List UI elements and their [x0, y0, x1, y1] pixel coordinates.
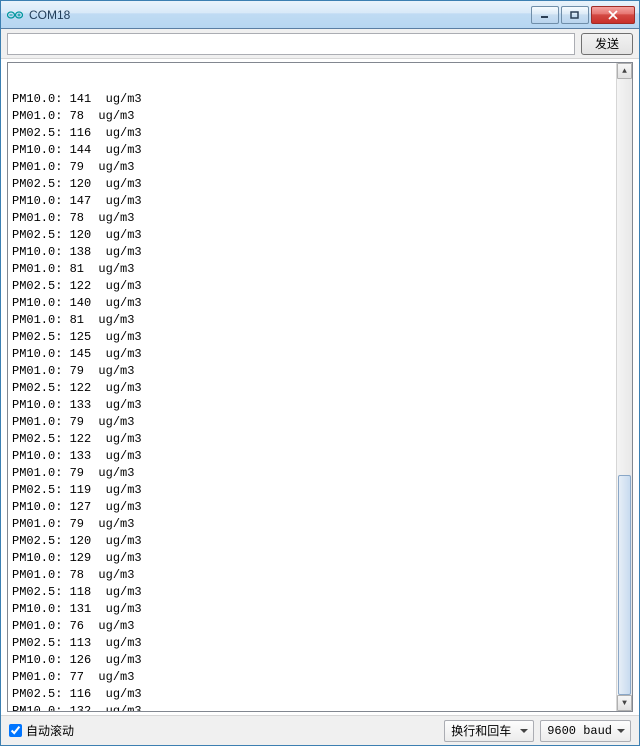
autoscroll-checkbox[interactable] [9, 724, 22, 737]
console-line: PM01.0: 78 ug/m3 [12, 210, 628, 227]
console-line: PM10.0: 144 ug/m3 [12, 142, 628, 159]
console-line: PM01.0: 79 ug/m3 [12, 414, 628, 431]
console-line: PM10.0: 126 ug/m3 [12, 652, 628, 669]
console-line: PM02.5: 122 ug/m3 [12, 431, 628, 448]
autoscroll-checkbox-wrap[interactable]: 自动滚动 [9, 722, 438, 739]
close-button[interactable] [591, 6, 635, 24]
scroll-track[interactable] [617, 79, 632, 695]
console-line: PM02.5: 120 ug/m3 [12, 176, 628, 193]
console-line: PM02.5: 125 ug/m3 [12, 329, 628, 346]
console-line: PM02.5: 120 ug/m3 [12, 227, 628, 244]
console-line: PM02.5: 120 ug/m3 [12, 533, 628, 550]
console-line: PM02.5: 116 ug/m3 [12, 125, 628, 142]
scroll-up-button[interactable]: ▲ [617, 63, 632, 79]
statusbar: 自动滚动 换行和回车 9600 baud [1, 715, 639, 745]
console-line: PM01.0: 81 ug/m3 [12, 312, 628, 329]
scroll-down-button[interactable]: ▼ [617, 695, 632, 711]
console-line: PM01.0: 76 ug/m3 [12, 618, 628, 635]
console-line: PM01.0: 81 ug/m3 [12, 261, 628, 278]
line-ending-select[interactable]: 换行和回车 [444, 720, 534, 742]
console-line: PM01.0: 79 ug/m3 [12, 465, 628, 482]
console-line: PM10.0: 140 ug/m3 [12, 295, 628, 312]
console-line: PM01.0: 79 ug/m3 [12, 363, 628, 380]
console-line: PM02.5: 122 ug/m3 [12, 278, 628, 295]
vertical-scrollbar[interactable]: ▲ ▼ [616, 63, 632, 711]
console-line: PM01.0: 79 ug/m3 [12, 159, 628, 176]
console-line: PM02.5: 118 ug/m3 [12, 584, 628, 601]
console-line: PM10.0: 131 ug/m3 [12, 601, 628, 618]
console-line: PM02.5: 122 ug/m3 [12, 380, 628, 397]
serial-monitor-window: COM18 发送 PM10.0: 141 ug/m3PM01.0: 78 ug/… [0, 0, 640, 746]
send-input[interactable] [7, 33, 575, 55]
autoscroll-label: 自动滚动 [26, 722, 74, 739]
console-line: PM01.0: 79 ug/m3 [12, 516, 628, 533]
console-line: PM10.0: 133 ug/m3 [12, 448, 628, 465]
console-line: PM01.0: 78 ug/m3 [12, 108, 628, 125]
send-toolbar: 发送 [1, 29, 639, 59]
scroll-thumb[interactable] [618, 475, 631, 695]
console-line: PM10.0: 129 ug/m3 [12, 550, 628, 567]
arduino-icon [7, 7, 23, 23]
console-line: PM10.0: 133 ug/m3 [12, 397, 628, 414]
console-output[interactable]: PM10.0: 141 ug/m3PM01.0: 78 ug/m3PM02.5:… [8, 63, 632, 711]
console-area: PM10.0: 141 ug/m3PM01.0: 78 ug/m3PM02.5:… [7, 62, 633, 712]
window-controls [529, 6, 635, 24]
titlebar[interactable]: COM18 [1, 1, 639, 29]
console-line: PM02.5: 116 ug/m3 [12, 686, 628, 703]
console-line: PM10.0: 145 ug/m3 [12, 346, 628, 363]
console-line: PM02.5: 119 ug/m3 [12, 482, 628, 499]
console-line: PM10.0: 138 ug/m3 [12, 244, 628, 261]
console-line: PM01.0: 77 ug/m3 [12, 669, 628, 686]
window-title: COM18 [27, 8, 529, 22]
console-line: PM10.0: 132 ug/m3 [12, 703, 628, 711]
console-line: PM01.0: 78 ug/m3 [12, 567, 628, 584]
console-line: PM02.5: 113 ug/m3 [12, 635, 628, 652]
console-line: PM10.0: 141 ug/m3 [12, 91, 628, 108]
baud-rate-select[interactable]: 9600 baud [540, 720, 631, 742]
send-button[interactable]: 发送 [581, 33, 633, 55]
console-line: PM10.0: 127 ug/m3 [12, 499, 628, 516]
minimize-button[interactable] [531, 6, 559, 24]
maximize-button[interactable] [561, 6, 589, 24]
console-line: PM10.0: 147 ug/m3 [12, 193, 628, 210]
